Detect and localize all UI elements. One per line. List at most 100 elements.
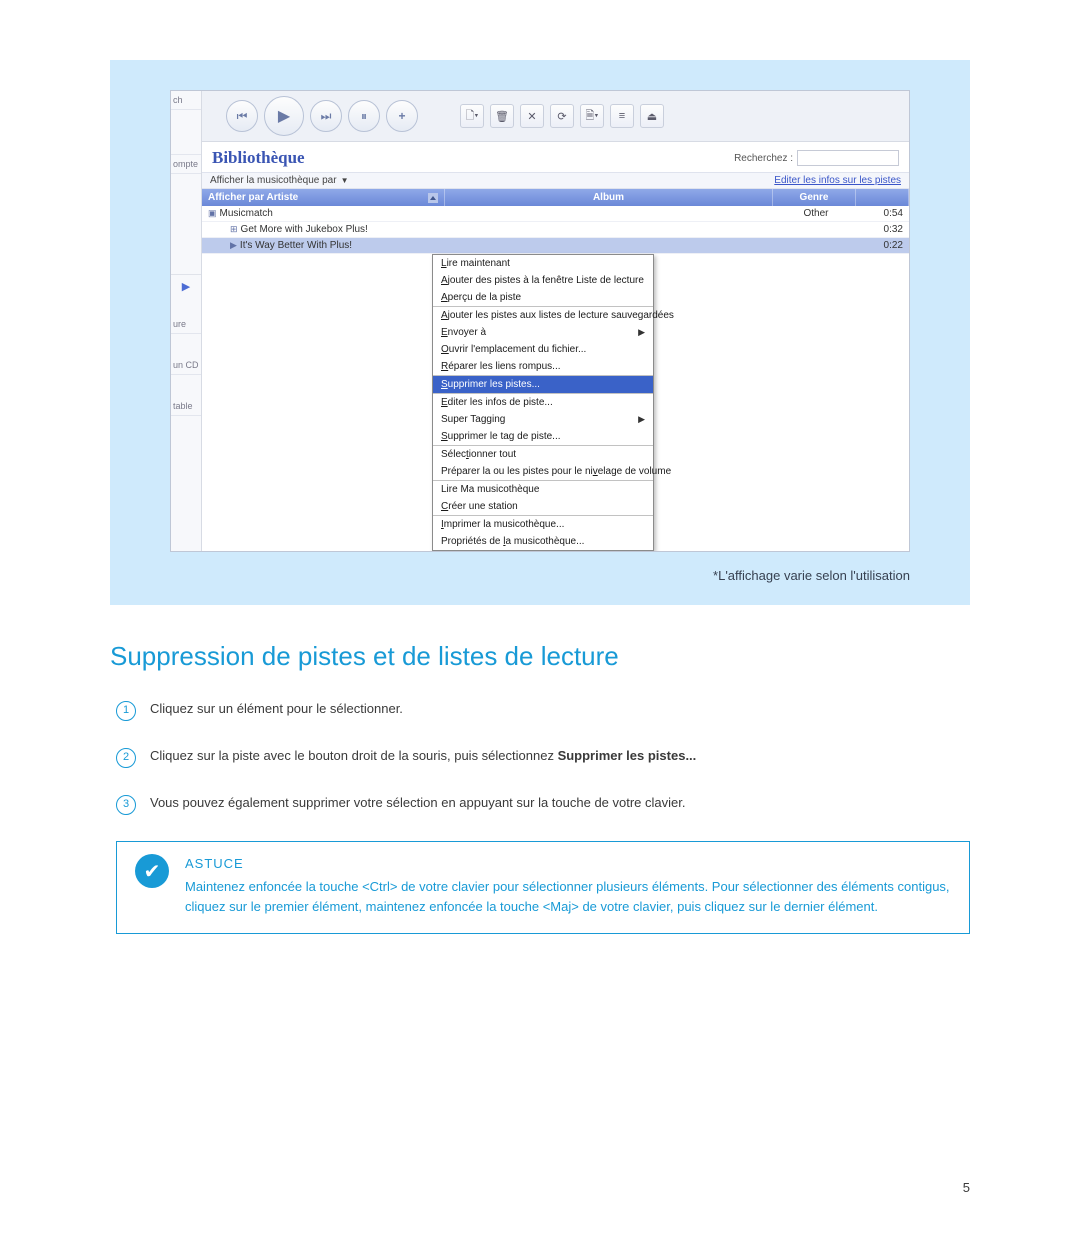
context-menu-item[interactable]: Créer une station <box>433 498 653 515</box>
context-menu-item[interactable]: Propriétés de la musicothèque... <box>433 533 653 550</box>
tip-content: ASTUCE Maintenez enfoncée la touche <Ctr… <box>185 856 951 917</box>
col-genre[interactable]: Genre <box>773 189 856 206</box>
track-row[interactable]: ▣MusicmatchOther0:54 <box>202 206 909 222</box>
context-menu-label: Préparer la ou les pistes pour le nivela… <box>441 466 671 477</box>
context-menu-label: Imprimer la musicothèque... <box>441 519 564 530</box>
context-menu-item[interactable]: Supprimer le tag de piste... <box>433 428 653 445</box>
context-menu-label: Lire Ma musicothèque <box>441 484 539 495</box>
context-menu-label: Ouvrir l'emplacement du fichier... <box>441 344 586 355</box>
sidebar-fragment: ure <box>171 315 201 334</box>
document-page: ch ompte ▶ ure un CD table ⏮ <box>0 0 1080 1235</box>
view-by-label: Afficher la musicothèque par <box>210 175 337 186</box>
context-menu-item[interactable]: Envoyer à ▶ <box>433 324 653 341</box>
tip-title: ASTUCE <box>185 856 951 871</box>
step: 3Vous pouvez également supprimer votre s… <box>116 794 970 815</box>
context-menu-item[interactable]: Supprimer les pistes... <box>433 376 653 393</box>
step: 2Cliquez sur la piste avec le bouton dro… <box>116 747 970 768</box>
context-menu-label: Lire maintenant <box>441 258 510 269</box>
pause-icon: ⏸ <box>361 109 367 124</box>
search-label: Recherchez : <box>734 153 793 164</box>
track-name: ▶It's Way Better With Plus! <box>202 238 444 253</box>
track-row[interactable]: ⊞Get More with Jukebox Plus!0:32 <box>202 222 909 238</box>
context-menu: Lire maintenant Ajouter des pistes à la f… <box>432 254 654 551</box>
row-icon: ▣ <box>208 208 217 218</box>
sidebar-gap <box>171 174 201 274</box>
tool-button[interactable]: ≡ <box>610 104 634 128</box>
step-text: Vous pouvez également supprimer votre sé… <box>150 794 970 815</box>
tool-button[interactable]: ⟳ <box>550 104 574 128</box>
context-menu-item[interactable]: Réparer les liens rompus... <box>433 358 653 375</box>
close-icon: ✕ <box>527 110 536 123</box>
sidebar-spacer <box>171 416 201 551</box>
context-menu-item[interactable]: Imprimer la musicothèque... <box>433 516 653 533</box>
plus-icon: + <box>398 109 405 123</box>
context-menu-item[interactable]: Aperçu de la piste <box>433 289 653 306</box>
tool-button[interactable]: ⏏ <box>640 104 664 128</box>
previous-button[interactable]: ⏮ <box>226 100 258 132</box>
col-artist-label: Afficher par Artiste <box>208 192 298 203</box>
context-menu-item[interactable]: Préparer la ou les pistes pour le nivela… <box>433 463 653 480</box>
main-panel: ⏮ ▶ ⏭ ⏸ + 🗋▾ 🗑 ✕ ⟳ 🗎▾ ≡ ⏏ <box>202 91 909 551</box>
tool-button[interactable]: 🗋▾ <box>460 104 484 128</box>
col-artist[interactable]: Afficher par Artiste <box>202 189 445 206</box>
sidebar-play-button[interactable]: ▶ <box>171 274 201 297</box>
page-icon: 🗎▾ <box>586 107 599 126</box>
sidebar-gap <box>171 110 201 155</box>
track-album <box>444 222 775 237</box>
row-icon: ⊞ <box>230 224 238 234</box>
row-icon: ▶ <box>230 240 237 250</box>
player-toolbar: ⏮ ▶ ⏭ ⏸ + 🗋▾ 🗑 ✕ ⟳ 🗎▾ ≡ ⏏ <box>202 91 909 142</box>
library-header: Bibliothèque Recherchez : <box>202 142 909 172</box>
tip-box: ✔ ASTUCE Maintenez enfoncée la touche <C… <box>116 841 970 934</box>
sidebar-gap <box>171 375 201 397</box>
add-button[interactable]: + <box>386 100 418 132</box>
checkmark-icon: ✔ <box>135 854 169 888</box>
play-button[interactable]: ▶ <box>264 96 304 136</box>
next-button[interactable]: ⏭ <box>310 100 342 132</box>
context-menu-item[interactable]: Sélectionner tout <box>433 446 653 463</box>
context-menu-label: Supprimer les pistes... <box>441 379 540 390</box>
edit-track-info-link[interactable]: Editer les infos sur les pistes <box>774 175 901 186</box>
step-text: Cliquez sur la piste avec le bouton droi… <box>150 747 970 768</box>
screenshot-footnote: *L'affichage varie selon l'utilisation <box>170 568 910 583</box>
library-subbar: Afficher la musicothèque par ▼ Editer le… <box>202 172 909 189</box>
sidebar-fragment: ch <box>171 91 201 110</box>
chevron-down-icon: ▼ <box>341 176 349 185</box>
context-menu-item[interactable]: Ajouter des pistes à la fenêtre Liste de… <box>433 272 653 289</box>
submenu-arrow-icon: ▶ <box>638 327 645 338</box>
trash-icon: 🗑 <box>495 110 509 123</box>
context-menu-item[interactable]: Editer les infos de piste... <box>433 394 653 411</box>
view-by-dropdown[interactable]: Afficher la musicothèque par ▼ <box>210 175 348 186</box>
play-icon: ▶ <box>182 280 190 293</box>
tool-button[interactable]: 🗑 <box>490 104 514 128</box>
musicmatch-app-window: ch ompte ▶ ure un CD table ⏮ <box>170 90 910 552</box>
tool-button[interactable]: ✕ <box>520 104 544 128</box>
context-menu-label: Ajouter des pistes à la fenêtre Liste de… <box>441 275 644 286</box>
track-genre <box>775 238 857 253</box>
document-icon: 🗋▾ <box>466 107 479 126</box>
track-time: 0:54 <box>857 206 909 221</box>
step-text: Cliquez sur un élément pour le sélection… <box>150 700 970 721</box>
list-icon: ≡ <box>619 110 625 122</box>
search-input[interactable] <box>797 150 899 166</box>
page-number: 5 <box>963 1180 970 1195</box>
context-menu-item[interactable]: Lire maintenant <box>433 255 653 272</box>
context-menu-item[interactable]: Lire Ma musicothèque <box>433 481 653 498</box>
library-title: Bibliothèque <box>212 148 305 168</box>
col-time[interactable] <box>856 189 909 206</box>
track-row[interactable]: ▶It's Way Better With Plus!0:22 <box>202 238 909 254</box>
search-wrap: Recherchez : <box>734 150 899 166</box>
play-icon: ▶ <box>278 106 290 126</box>
track-time: 0:32 <box>857 222 909 237</box>
context-menu-label: Envoyer à <box>441 327 486 338</box>
step: 1Cliquez sur un élément pour le sélectio… <box>116 700 970 721</box>
track-album <box>444 206 775 221</box>
col-album[interactable]: Album <box>445 189 773 206</box>
sidebar-fragment: table <box>171 397 201 416</box>
tool-button[interactable]: 🗎▾ <box>580 104 604 128</box>
context-menu-item[interactable]: Ouvrir l'emplacement du fichier... <box>433 341 653 358</box>
sidebar-fragment: ompte <box>171 155 201 174</box>
context-menu-item[interactable]: Super Tagging▶ <box>433 411 653 428</box>
pause-button[interactable]: ⏸ <box>348 100 380 132</box>
context-menu-item[interactable]: Ajouter les pistes aux listes de lecture… <box>433 307 653 324</box>
